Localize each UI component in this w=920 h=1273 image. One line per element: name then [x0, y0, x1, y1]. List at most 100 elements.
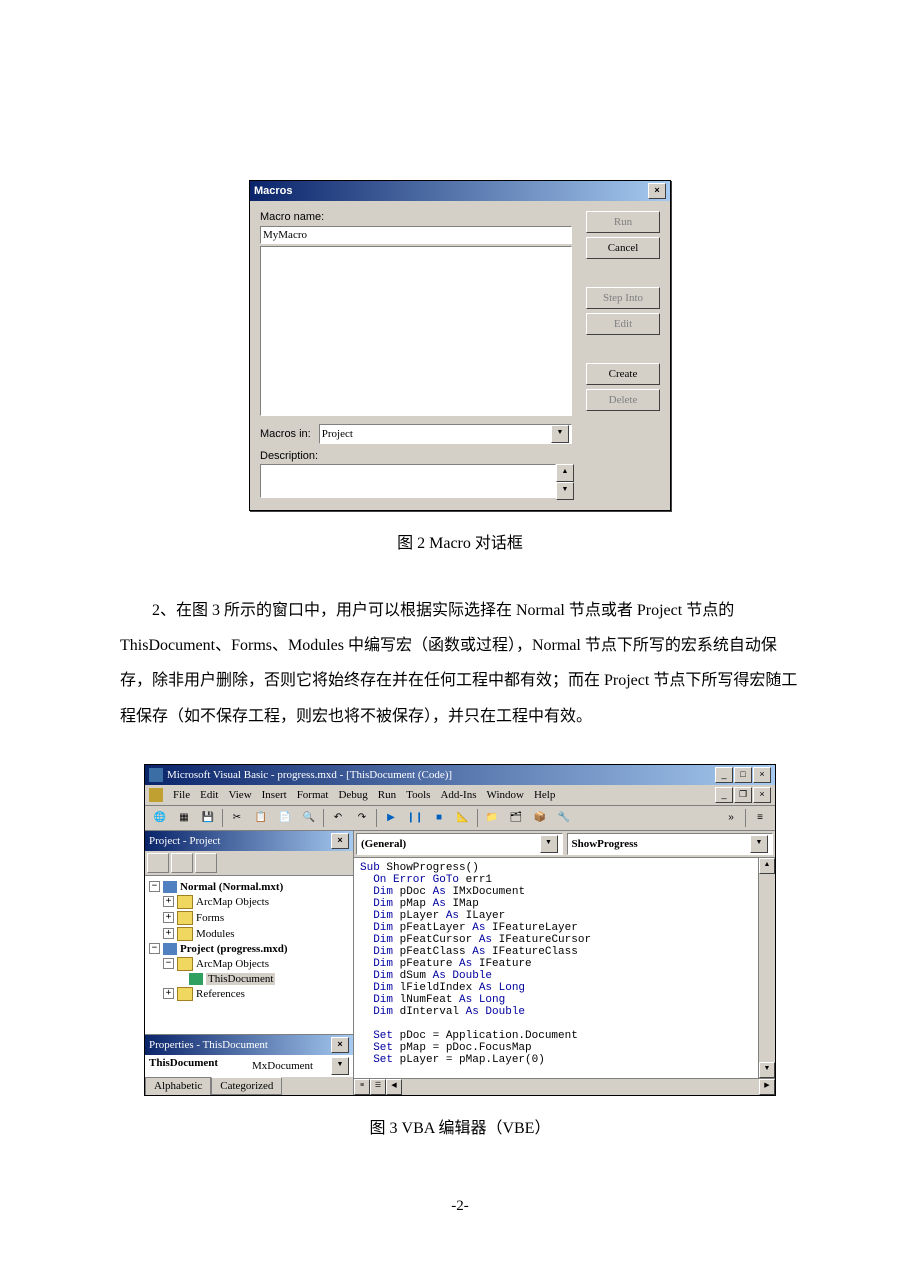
project-tree[interactable]: − Normal (Normal.mxt) + ArcMap Objects + Fo…: [145, 876, 353, 1034]
create-button[interactable]: Create: [586, 363, 660, 385]
expand-icon[interactable]: +: [163, 896, 174, 907]
run-button[interactable]: Run: [586, 211, 660, 233]
procedure-select[interactable]: ShowProgress▼: [567, 833, 774, 855]
menu-help[interactable]: Help: [534, 789, 555, 801]
mdi-restore-icon[interactable]: ❐: [734, 787, 752, 803]
panel-close-icon[interactable]: ×: [331, 1037, 349, 1053]
code-editor[interactable]: Sub ShowProgress() On Error GoTo err1 Di…: [354, 858, 758, 1078]
object-browser-icon[interactable]: 📦: [529, 808, 551, 828]
design-mode-icon[interactable]: 📐: [452, 808, 474, 828]
object-select[interactable]: (General) ▼: [356, 833, 563, 855]
find-icon[interactable]: 🔍: [298, 808, 320, 828]
close-icon[interactable]: ×: [648, 183, 666, 199]
panel-close-icon[interactable]: ×: [331, 833, 349, 849]
vertical-scrollbar[interactable]: ▲ ▼: [758, 858, 775, 1078]
separator: [222, 809, 223, 827]
macro-list[interactable]: [260, 246, 572, 416]
procedure-view-icon[interactable]: ≡: [354, 1079, 370, 1095]
separator: [376, 809, 377, 827]
toggle-folders-icon[interactable]: [195, 853, 217, 873]
horizontal-scrollbar[interactable]: ◀ ▶: [386, 1079, 775, 1095]
macro-name-input[interactable]: [260, 226, 572, 244]
menu-format[interactable]: Format: [297, 789, 329, 801]
scroll-down-icon[interactable]: ▼: [759, 1062, 775, 1078]
chevron-down-icon[interactable]: ▼: [540, 835, 558, 853]
tree-project[interactable]: Project (progress.mxd): [180, 943, 288, 955]
scroll-right-icon[interactable]: ▶: [759, 1079, 775, 1095]
step-into-button[interactable]: Step Into: [586, 287, 660, 309]
menu-file[interactable]: File: [173, 789, 190, 801]
mdi-minimize-icon[interactable]: _: [715, 787, 733, 803]
cancel-button[interactable]: Cancel: [586, 237, 660, 259]
menu-edit[interactable]: Edit: [200, 789, 218, 801]
save-icon[interactable]: 💾: [197, 808, 219, 828]
project-panel-title-text: Project - Project: [149, 835, 220, 847]
view-object-icon[interactable]: [171, 853, 193, 873]
menu-tools[interactable]: Tools: [406, 789, 430, 801]
project-explorer-icon[interactable]: 📁: [481, 808, 503, 828]
page-number: -2-: [0, 1198, 920, 1215]
tree-normal[interactable]: Normal (Normal.mxt): [180, 881, 283, 893]
paste-icon[interactable]: 📄: [274, 808, 296, 828]
menu-debug[interactable]: Debug: [338, 789, 367, 801]
menu-addins[interactable]: Add-Ins: [440, 789, 476, 801]
overflow-icon[interactable]: »: [720, 808, 742, 828]
tree-arcmap-objects[interactable]: ArcMap Objects: [196, 896, 269, 908]
object-select-value: (General): [361, 838, 406, 850]
expand-icon[interactable]: −: [149, 881, 160, 892]
stop-icon[interactable]: ■: [428, 808, 450, 828]
prop-object-type: MxDocument: [252, 1060, 313, 1072]
description-field[interactable]: [260, 464, 556, 498]
spin-down-icon[interactable]: ▼: [556, 482, 574, 500]
expand-icon[interactable]: +: [163, 912, 174, 923]
expand-icon[interactable]: −: [163, 958, 174, 969]
full-view-icon[interactable]: ☰: [370, 1079, 386, 1095]
tab-categorized[interactable]: Categorized: [211, 1077, 282, 1095]
insert-module-icon[interactable]: ▦: [173, 808, 195, 828]
chevron-down-icon[interactable]: ▼: [551, 425, 569, 443]
view-code-icon[interactable]: [147, 853, 169, 873]
scroll-left-icon[interactable]: ◀: [386, 1079, 402, 1095]
chevron-down-icon[interactable]: ▼: [331, 1057, 349, 1075]
expand-icon[interactable]: −: [149, 943, 160, 954]
macros-titlebar[interactable]: Macros ×: [250, 181, 670, 201]
maximize-icon[interactable]: □: [734, 767, 752, 783]
vbe-app-icon: [149, 768, 163, 782]
spin-up-icon[interactable]: ▲: [556, 464, 574, 482]
redo-icon[interactable]: ↷: [351, 808, 373, 828]
properties-icon[interactable]: 🗂: [505, 808, 527, 828]
pause-icon[interactable]: ❙❙: [404, 808, 426, 828]
tree-arcmap-objects-2[interactable]: ArcMap Objects: [196, 958, 269, 970]
copy-icon[interactable]: 📋: [250, 808, 272, 828]
menu-view[interactable]: View: [228, 789, 251, 801]
cut-icon[interactable]: ✂: [226, 808, 248, 828]
menu-window[interactable]: Window: [487, 789, 524, 801]
tree-forms[interactable]: Forms: [196, 912, 224, 924]
edit-toolbar-icon[interactable]: ≡: [749, 808, 771, 828]
delete-button[interactable]: Delete: [586, 389, 660, 411]
scroll-up-icon[interactable]: ▲: [759, 858, 775, 874]
tree-modules[interactable]: Modules: [196, 928, 235, 940]
minimize-icon[interactable]: _: [715, 767, 733, 783]
undo-icon[interactable]: ↶: [327, 808, 349, 828]
folder-icon: [177, 911, 193, 925]
expand-icon[interactable]: +: [163, 928, 174, 939]
run-icon[interactable]: ▶: [380, 808, 402, 828]
close-icon[interactable]: ×: [753, 767, 771, 783]
project-icon: [163, 881, 177, 893]
tree-thisdocument[interactable]: ThisDocument: [206, 973, 275, 985]
toolbox-icon[interactable]: 🔧: [553, 808, 575, 828]
menu-insert[interactable]: Insert: [262, 789, 287, 801]
expand-icon[interactable]: +: [163, 988, 174, 999]
macros-in-select[interactable]: Project ▼: [319, 424, 572, 444]
properties-tabs: Alphabetic Categorized: [145, 1077, 353, 1095]
macro-name-label: Macro name:: [260, 211, 572, 223]
mdi-close-icon[interactable]: ×: [753, 787, 771, 803]
chevron-down-icon[interactable]: ▼: [750, 835, 768, 853]
arcmap-icon[interactable]: 🌐: [149, 808, 171, 828]
edit-button[interactable]: Edit: [586, 313, 660, 335]
vbe-titlebar[interactable]: Microsoft Visual Basic - progress.mxd - …: [145, 765, 775, 785]
menu-run[interactable]: Run: [378, 789, 396, 801]
tree-references[interactable]: References: [196, 988, 245, 1000]
tab-alphabetic[interactable]: Alphabetic: [145, 1077, 211, 1095]
